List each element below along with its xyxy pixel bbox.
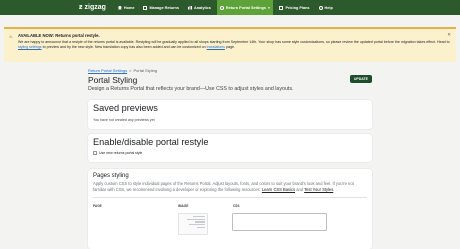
saved-previews-empty-text: You have not created any previews yet	[93, 118, 155, 122]
breadcrumb-separator: >	[129, 68, 132, 73]
portal-restyle-card: Enable/disable portal restyle Use new re…	[88, 134, 372, 162]
home-icon	[117, 5, 122, 10]
page-title: Portal Styling	[88, 75, 138, 85]
breadcrumb-current: Portal Styling	[133, 68, 158, 73]
description-part: .	[333, 187, 335, 192]
nav-item-label: Home	[123, 5, 135, 10]
nav-item-analytics[interactable]: Analytics	[185, 0, 214, 15]
warning-icon: ⚠	[9, 34, 13, 39]
banner-text-part: We are happy to announce that a restyle …	[18, 40, 450, 44]
logo-text: zigzag	[84, 4, 106, 11]
learn-css-basics-link[interactable]: Learn CSS Basics	[262, 187, 295, 192]
plan-icon	[279, 5, 284, 10]
table-row	[93, 213, 367, 235]
nav-item-label: Analytics	[194, 5, 211, 10]
nav-item-label: Help	[324, 5, 333, 10]
app-logo[interactable]: ƶ zigzag	[79, 4, 106, 11]
pages-styling-description: Apply custom CSS to style individual pag…	[93, 181, 363, 193]
css-editor-input[interactable]	[232, 213, 327, 231]
breadcrumb-parent-link[interactable]: Return Portal Settings	[88, 68, 127, 73]
description-part: and	[295, 187, 305, 192]
zigzag-logo-icon: ƶ	[79, 4, 83, 11]
pages-table-header: PAGE IMAGE CSS	[93, 197, 367, 208]
translations-link[interactable]: translations	[207, 45, 225, 49]
saved-previews-title: Saved previews	[93, 103, 158, 113]
banner-text-part: page.	[224, 45, 235, 49]
portal-restyle-title: Enable/disable portal restyle	[93, 137, 209, 147]
close-icon[interactable]: ✕	[447, 32, 451, 38]
page-header: Portal Styling Design a Returns Portal t…	[88, 75, 372, 95]
pages-styling-title: Pages styling	[93, 173, 129, 179]
breadcrumb: Return Portal Settings > Portal Styling	[88, 67, 372, 74]
nav-item-help[interactable]: Help	[316, 0, 336, 15]
pages-styling-card: Pages styling Apply custom CSS to style …	[88, 169, 372, 249]
announcement-banner: ⚠ AVAILABLE NOW: Returns portal restyle.…	[4, 27, 456, 62]
update-button[interactable]: UPDATE	[349, 75, 372, 83]
chevron-down-icon: ▼	[267, 5, 271, 10]
nav-item-home[interactable]: Home	[115, 0, 138, 15]
box-icon	[143, 5, 148, 10]
restyle-checkbox[interactable]	[93, 151, 97, 155]
top-navigation-bar: ƶ zigzag Home Manage Returns Analytics R…	[0, 0, 460, 15]
nav-item-label: Return Portal Settings	[225, 5, 266, 10]
column-header-page: PAGE	[93, 204, 102, 208]
nav-item-pricing-plans[interactable]: Pricing Plans	[276, 0, 312, 15]
help-icon	[318, 5, 323, 10]
chart-icon	[188, 5, 192, 10]
banner-text-part: to preview and try the new style. New tr…	[41, 45, 207, 49]
test-your-styles-link[interactable]: Test Your Styles	[304, 187, 333, 192]
gear-icon	[219, 5, 224, 10]
main-content: Return Portal Settings > Portal Styling …	[88, 67, 372, 249]
nav-item-return-portal-settings[interactable]: Return Portal Settings ▼	[216, 0, 274, 15]
banner-text: We are happy to announce that a restyle …	[18, 40, 450, 50]
restyle-checkbox-label[interactable]: Use new returns portal style	[99, 151, 142, 155]
nav-item-manage-returns[interactable]: Manage Returns	[140, 0, 182, 15]
page-preview-image	[178, 213, 208, 235]
banner-title: AVAILABLE NOW: Returns portal restyle.	[18, 33, 100, 38]
nav-item-label: Manage Returns	[149, 5, 179, 10]
saved-previews-card: Saved previews You have not created any …	[88, 100, 372, 129]
column-header-css: CSS	[233, 204, 240, 208]
restyle-checkbox-row[interactable]: Use new returns portal style	[93, 151, 367, 155]
column-header-image: IMAGE	[178, 204, 189, 208]
page-subtitle: Design a Returns Portal that reflects yo…	[88, 86, 294, 92]
styling-settings-link[interactable]: styling settings	[18, 45, 42, 49]
nav-item-label: Pricing Plans	[285, 5, 310, 10]
